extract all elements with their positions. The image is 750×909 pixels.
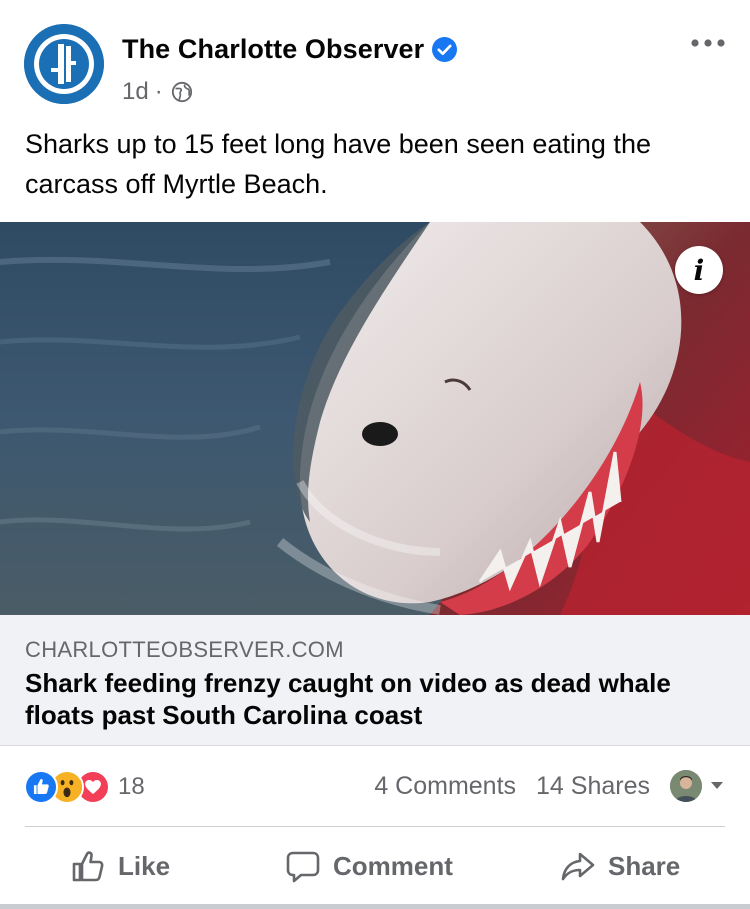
more-options-icon[interactable] — [690, 34, 726, 52]
comment-label: Comment — [333, 850, 453, 881]
reaction-count[interactable]: 18 — [118, 773, 145, 801]
link-preview-box[interactable]: CHARLOTTEOBSERVER.COM Shark feeding fren… — [0, 615, 750, 746]
shark-photo — [0, 222, 750, 615]
like-label: Like — [118, 850, 171, 881]
verified-badge-icon — [432, 37, 458, 62]
engagement-stats: 18 4 Comments 14 Shares — [0, 762, 750, 816]
globe-icon — [171, 81, 192, 103]
post-caption: Sharks up to 15 feet long have been seen… — [25, 129, 651, 199]
post-bottom-border — [0, 904, 750, 909]
comments-count-link[interactable]: 4 Comments — [374, 772, 516, 801]
comment-icon — [286, 851, 320, 883]
share-arrow-icon — [561, 852, 595, 881]
thumbs-up-icon — [72, 851, 104, 882]
link-preview-image[interactable] — [0, 222, 750, 615]
link-headline[interactable]: Shark feeding frenzy caught on video as … — [25, 667, 735, 731]
comment-button[interactable]: Comment — [285, 848, 453, 884]
info-icon[interactable]: i — [675, 246, 723, 294]
post-timestamp[interactable]: 1d — [122, 78, 149, 106]
observer-logo-icon — [24, 24, 104, 104]
post-header: The Charlotte Observer 1d · — [0, 0, 750, 120]
page-name-link[interactable]: The Charlotte Observer — [122, 34, 424, 65]
shares-count-link[interactable]: 14 Shares — [536, 772, 650, 801]
chevron-down-icon[interactable] — [710, 781, 724, 791]
link-domain: CHARLOTTEOBSERVER.COM — [25, 637, 344, 662]
stats-divider — [25, 826, 725, 827]
viewer-avatar[interactable] — [670, 770, 702, 802]
reaction-summary[interactable]: 18 — [24, 770, 145, 804]
share-button[interactable]: Share — [560, 848, 680, 884]
like-button[interactable]: Like — [70, 848, 170, 884]
page-avatar[interactable] — [24, 24, 104, 104]
like-reaction-icon — [24, 770, 58, 804]
post-actions: Like Comment Share — [0, 836, 750, 902]
meta-separator: · — [154, 78, 163, 105]
share-label: Share — [608, 850, 681, 881]
